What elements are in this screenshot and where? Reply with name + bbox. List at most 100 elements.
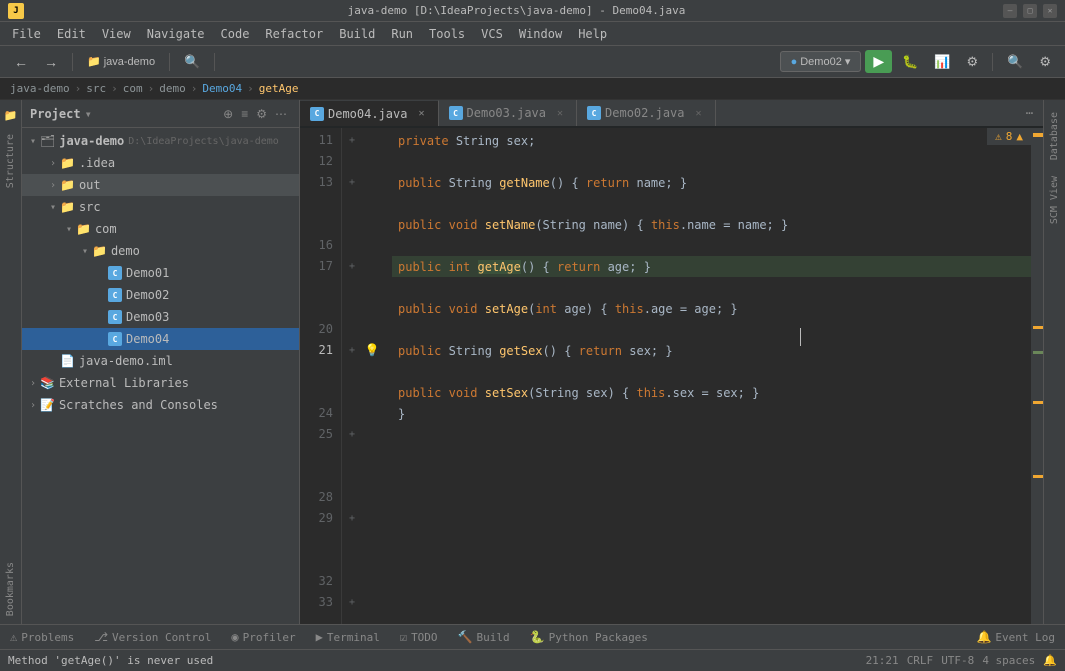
tree-item-idea[interactable]: › 📁 .idea: [22, 152, 299, 174]
tree-item-scratches[interactable]: › 📝 Scratches and Consoles: [22, 394, 299, 416]
bc-com[interactable]: com: [123, 82, 143, 95]
menu-view[interactable]: View: [94, 25, 139, 43]
bc-getage[interactable]: getAge: [259, 82, 299, 95]
database-label[interactable]: Database: [1047, 104, 1062, 168]
code-editor[interactable]: private String sex; public String getNam…: [382, 128, 1031, 624]
tree-item-demo01[interactable]: › C Demo01: [22, 262, 299, 284]
bottom-tab-build[interactable]: 🔨 Build: [448, 625, 520, 649]
maximize-btn[interactable]: □: [1023, 4, 1037, 18]
project-panel-icon[interactable]: 📁: [0, 104, 22, 126]
menu-window[interactable]: Window: [511, 25, 570, 43]
line-num-13: 13: [300, 172, 333, 193]
code-line-17: public void setName(String name) { this.…: [392, 214, 1031, 235]
tab-demo03[interactable]: C Demo03.java ✕: [439, 100, 578, 126]
menu-vcs[interactable]: VCS: [473, 25, 511, 43]
menu-code[interactable]: Code: [213, 25, 258, 43]
tab-label-demo04: Demo04.java: [328, 107, 407, 121]
menu-refactor[interactable]: Refactor: [257, 25, 331, 43]
menu-edit[interactable]: Edit: [49, 25, 94, 43]
indicator-current-line: [1033, 351, 1043, 354]
sidebar-add-btn[interactable]: ⊕: [219, 105, 237, 123]
folder-icon-out: 📁: [60, 178, 75, 192]
tree-item-src[interactable]: ▾ 📁 src: [22, 196, 299, 218]
fold-33[interactable]: +: [342, 592, 362, 613]
scmview-label[interactable]: SCM View: [1047, 168, 1062, 232]
settings-btn[interactable]: ⚙: [1033, 51, 1057, 73]
tree-item-demo04[interactable]: › C Demo04: [22, 328, 299, 350]
tree-item-ext-libs[interactable]: › 📚 External Libraries: [22, 372, 299, 394]
back-btn[interactable]: ←: [8, 51, 34, 73]
line-ending[interactable]: CRLF: [907, 654, 934, 667]
sidebar-dropdown-icon[interactable]: ▾: [85, 107, 92, 121]
fold-25[interactable]: +: [342, 424, 362, 445]
tab-close-demo04[interactable]: ✕: [415, 107, 427, 120]
tree-item-out[interactable]: › 📁 out: [22, 174, 299, 196]
tree-arrow-src: ▾: [46, 202, 60, 213]
search-everywhere-btn[interactable]: 🔍: [178, 51, 206, 73]
bookmarks-label[interactable]: Bookmarks: [3, 554, 18, 624]
bottom-tab-python[interactable]: 🐍 Python Packages: [520, 625, 658, 649]
tree-item-com[interactable]: ▾ 📁 com: [22, 218, 299, 240]
encoding[interactable]: UTF-8: [941, 654, 974, 667]
tab-close-demo02[interactable]: ✕: [693, 107, 705, 120]
debug-btn[interactable]: 🐛: [896, 51, 924, 73]
fold-34: [342, 613, 362, 624]
menu-file[interactable]: File: [4, 25, 49, 43]
menu-navigate[interactable]: Navigate: [139, 25, 213, 43]
tree-item-iml[interactable]: › 📄 java-demo.iml: [22, 350, 299, 372]
fold-13[interactable]: +: [342, 172, 362, 193]
sidebar-settings-btn[interactable]: ⚙: [252, 105, 271, 123]
code-line-13: public String getName() { return name; }: [392, 172, 1031, 193]
menu-run[interactable]: Run: [383, 25, 421, 43]
tab-demo02[interactable]: C Demo02.java ✕: [577, 100, 716, 126]
profile-btn[interactable]: ⚙: [961, 51, 985, 73]
run-config-btn[interactable]: ● Demo02 ▾: [780, 51, 862, 72]
bottom-tab-vcs[interactable]: ⎇ Version Control: [84, 625, 221, 649]
project-label-btn[interactable]: 📁 java-demo: [81, 52, 161, 71]
menu-tools[interactable]: Tools: [421, 25, 473, 43]
bc-src[interactable]: src: [86, 82, 106, 95]
tree-item-demo[interactable]: ▾ 📁 demo: [22, 240, 299, 262]
fold-17[interactable]: +: [342, 256, 362, 277]
bc-project[interactable]: java-demo: [10, 82, 70, 95]
bottom-tab-terminal[interactable]: ▶ Terminal: [306, 625, 390, 649]
app-icon: J: [8, 3, 24, 19]
bottom-tab-profiler[interactable]: ◉ Profiler: [221, 625, 305, 649]
indent-info[interactable]: 4 spaces: [982, 654, 1035, 667]
bc-demo04[interactable]: Demo04: [202, 82, 242, 95]
menu-build[interactable]: Build: [331, 25, 383, 43]
line-num-24: 24: [300, 403, 333, 424]
close-btn[interactable]: ✕: [1043, 4, 1057, 18]
fold-29[interactable]: +: [342, 508, 362, 529]
search-btn[interactable]: 🔍: [1001, 51, 1029, 73]
coverage-btn[interactable]: 📊: [928, 51, 956, 73]
toolbar: ← → 📁 java-demo 🔍 ● Demo02 ▾ ▶ 🐛 📊 ⚙ 🔍 ⚙: [0, 46, 1065, 78]
sidebar-more-btn[interactable]: ⋯: [271, 105, 291, 123]
bc-demo[interactable]: demo: [159, 82, 186, 95]
tab-demo04[interactable]: C Demo04.java ✕: [300, 100, 439, 126]
iml-icon: 📄: [60, 354, 75, 368]
fold-21[interactable]: +: [342, 340, 362, 361]
code-line-12: [392, 151, 1031, 172]
structure-label[interactable]: Structure: [3, 126, 18, 196]
vcs-icon: ⎇: [94, 630, 108, 644]
sidebar-collapse-btn[interactable]: ≡: [237, 105, 252, 123]
bulb-icon-line21[interactable]: 💡: [362, 340, 382, 361]
tree-item-demo02[interactable]: › C Demo02: [22, 284, 299, 306]
run-btn[interactable]: ▶: [865, 50, 892, 73]
fold-11[interactable]: +: [342, 130, 362, 151]
forward-btn[interactable]: →: [38, 51, 64, 73]
event-log-tab[interactable]: 🔔 Event Log: [966, 625, 1065, 649]
cursor-position[interactable]: 21:21: [866, 654, 899, 667]
tree-item-java-demo[interactable]: ▾ 🗂 java-demo D:\IdeaProjects\java-demo: [22, 130, 299, 152]
bottom-tab-todo[interactable]: ☑ TODO: [390, 625, 448, 649]
warning-nav-up[interactable]: ▲: [1016, 130, 1023, 143]
menu-help[interactable]: Help: [570, 25, 615, 43]
code-line-29: public String getSex() { return sex; }: [392, 340, 1031, 361]
tab-more-btn[interactable]: ⋯: [1016, 100, 1043, 126]
bottom-tab-problems[interactable]: ⚠ Problems: [0, 625, 84, 649]
notification-icon[interactable]: 🔔: [1043, 654, 1057, 667]
tab-close-demo03[interactable]: ✕: [554, 107, 566, 120]
minimize-btn[interactable]: —: [1003, 4, 1017, 18]
tree-item-demo03[interactable]: › C Demo03: [22, 306, 299, 328]
